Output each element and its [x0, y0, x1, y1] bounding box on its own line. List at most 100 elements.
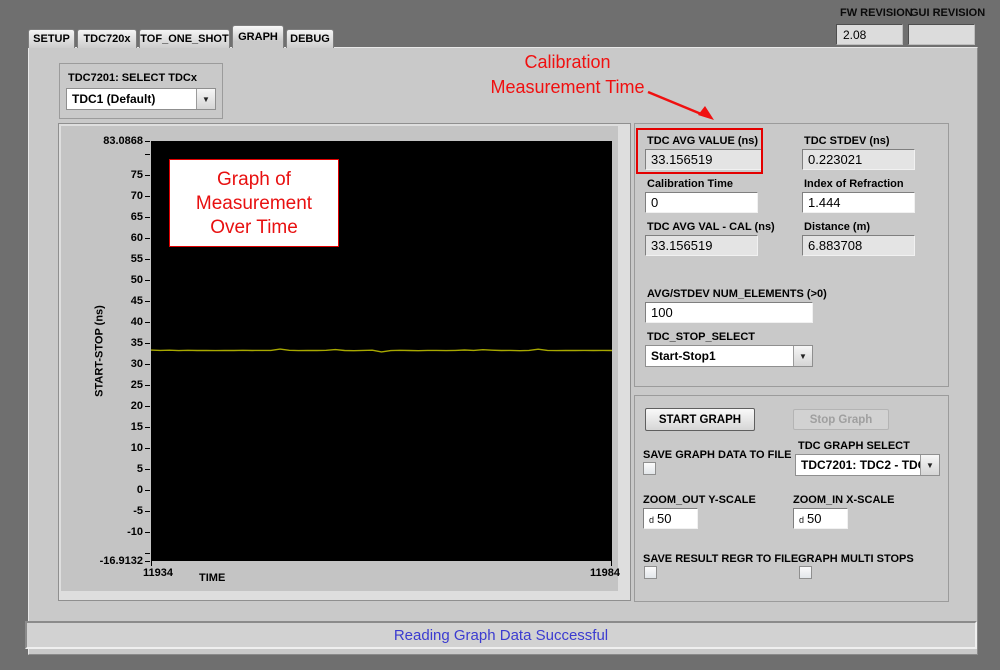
- y-tick-label: 40: [61, 315, 143, 329]
- distance-field: 6.883708: [802, 235, 915, 256]
- stop-select-label: TDC_STOP_SELECT: [647, 331, 755, 343]
- x-tick-mark: [151, 561, 152, 566]
- gui-revision-label: GUI REVISION: [910, 7, 985, 19]
- annotation-line: Over Time: [170, 216, 338, 240]
- results-panel: TDC AVG VALUE (ns) 33.156519 TDC STDEV (…: [634, 123, 949, 387]
- multi-stops-label: GRAPH MULTI STOPS: [798, 553, 914, 565]
- save-graph-label: SAVE GRAPH DATA TO FILE: [643, 449, 792, 461]
- chevron-down-icon[interactable]: ▼: [920, 455, 939, 475]
- y-tick-label: 45: [61, 294, 143, 308]
- radix-indicator: d: [799, 515, 804, 525]
- y-tick-mark: [145, 154, 150, 155]
- y-tick-mark: [145, 553, 150, 554]
- chevron-down-icon[interactable]: ▼: [793, 346, 812, 366]
- zoom-in-field[interactable]: d50: [793, 508, 848, 529]
- num-elements-label: AVG/STDEV NUM_ELEMENTS (>0): [647, 288, 827, 300]
- tab-graph[interactable]: GRAPH: [232, 25, 284, 48]
- zoom-out-label: ZOOM_OUT Y-SCALE: [643, 494, 756, 506]
- tdc-select-label: TDC7201: SELECT TDCx: [68, 72, 197, 84]
- stop-select-value: Start-Stop1: [646, 346, 793, 366]
- tab-setup[interactable]: SETUP: [28, 29, 75, 48]
- y-tick-mark: [145, 196, 150, 197]
- multi-stops-checkbox[interactable]: [799, 566, 812, 579]
- y-tick-mark: [145, 238, 150, 239]
- tab-tdc720x[interactable]: TDC720x: [77, 29, 137, 48]
- status-text: Reading Graph Data Successful: [394, 627, 608, 644]
- index-refraction-label: Index of Refraction: [804, 178, 904, 190]
- y-tick-mark: [145, 532, 150, 533]
- status-bar: Reading Graph Data Successful: [25, 621, 977, 649]
- y-tick-mark: [145, 322, 150, 323]
- tdc-select-dropdown[interactable]: TDC1 (Default) ▼: [66, 88, 216, 110]
- tdc-select-group: TDC7201: SELECT TDCx TDC1 (Default) ▼: [59, 63, 223, 119]
- zoom-in-value: 50: [807, 511, 821, 526]
- tdc7201-evm-window: { "header": { "fw_revision_label": "FW R…: [0, 0, 1000, 670]
- annotation-line: Graph of: [170, 168, 338, 192]
- y-tick-mark: [145, 364, 150, 365]
- calibration-time-field[interactable]: 0: [645, 192, 758, 213]
- y-tick-label: 35: [61, 336, 143, 350]
- graph-controls-panel: START GRAPH Stop Graph SAVE GRAPH DATA T…: [634, 395, 949, 602]
- y-tick-mark: [145, 175, 150, 176]
- y-tick-label: 0: [61, 483, 143, 497]
- y-tick-label: 50: [61, 273, 143, 287]
- zoom-out-value: 50: [657, 511, 671, 526]
- fw-revision-label: FW REVISION: [840, 7, 913, 19]
- distance-label: Distance (m): [804, 221, 870, 233]
- y-tick-mark: [145, 406, 150, 407]
- callout-line: Calibration: [455, 50, 680, 75]
- graph-select-dropdown[interactable]: TDC7201: TDC2 - TDC1 ▼: [795, 454, 940, 476]
- y-tick-mark: [145, 448, 150, 449]
- y-tick-label: -10: [61, 525, 143, 539]
- num-elements-field[interactable]: 100: [645, 302, 813, 323]
- y-tick-mark: [145, 427, 150, 428]
- tdc-avg-field: 33.156519: [645, 149, 762, 170]
- graph-select-value: TDC7201: TDC2 - TDC1: [796, 455, 920, 475]
- y-tick-mark: [145, 343, 150, 344]
- zoom-out-field[interactable]: d50: [643, 508, 698, 529]
- tdc-stdev-field: 0.223021: [802, 149, 915, 170]
- y-tick-label: 55: [61, 252, 143, 266]
- y-tick-label: 65: [61, 210, 143, 224]
- y-tick-mark: [145, 511, 150, 512]
- y-tick-mark: [145, 259, 150, 260]
- y-tick-label: 75: [61, 168, 143, 182]
- y-tick-mark: [145, 385, 150, 386]
- save-graph-checkbox[interactable]: [643, 462, 656, 475]
- tab-tof-one-shot[interactable]: TOF_ONE_SHOT: [139, 29, 230, 48]
- y-tick-label: -16.9132: [61, 554, 143, 568]
- annotation-line: Measurement: [170, 192, 338, 216]
- callout-line: Measurement Time: [455, 75, 680, 100]
- start-graph-button[interactable]: START GRAPH: [645, 408, 755, 431]
- tdc-stdev-label: TDC STDEV (ns): [804, 135, 890, 147]
- y-tick-label: 70: [61, 189, 143, 203]
- calibration-callout: Calibration Measurement Time: [455, 50, 680, 100]
- y-tick-label: 15: [61, 420, 143, 434]
- y-tick-mark: [145, 141, 150, 142]
- y-tick-label: 25: [61, 378, 143, 392]
- x-axis-title: TIME: [199, 572, 225, 584]
- y-tick-label: 5: [61, 462, 143, 476]
- zoom-in-label: ZOOM_IN X-SCALE: [793, 494, 894, 506]
- chevron-down-icon[interactable]: ▼: [196, 89, 215, 109]
- stop-select-dropdown[interactable]: Start-Stop1 ▼: [645, 345, 813, 367]
- avg-minus-cal-label: TDC AVG VAL - CAL (ns): [647, 221, 775, 233]
- gui-revision-field: [908, 24, 975, 45]
- y-tick-label: 60: [61, 231, 143, 245]
- graph-select-label: TDC GRAPH SELECT: [798, 440, 910, 452]
- x-tick-mark: [611, 561, 612, 566]
- stop-graph-button: Stop Graph: [793, 409, 889, 430]
- index-refraction-field[interactable]: 1.444: [802, 192, 915, 213]
- save-result-checkbox[interactable]: [644, 566, 657, 579]
- graph-frame: START-STOP (ns) 83.086875706560555045403…: [58, 123, 631, 601]
- graph-area: START-STOP (ns) 83.086875706560555045403…: [61, 126, 618, 591]
- calibration-time-label: Calibration Time: [647, 178, 733, 190]
- x-tick-label: 11984: [570, 567, 620, 579]
- y-tick-label: 30: [61, 357, 143, 371]
- y-tick-mark: [145, 561, 150, 562]
- y-tick-mark: [145, 490, 150, 491]
- graph-annotation-box: Graph of Measurement Over Time: [169, 159, 339, 247]
- tab-debug[interactable]: DEBUG: [286, 29, 334, 48]
- graph-tab-panel: TDC7201: SELECT TDCx TDC1 (Default) ▼ ST…: [28, 47, 978, 655]
- x-tick-label: 11934: [143, 567, 193, 579]
